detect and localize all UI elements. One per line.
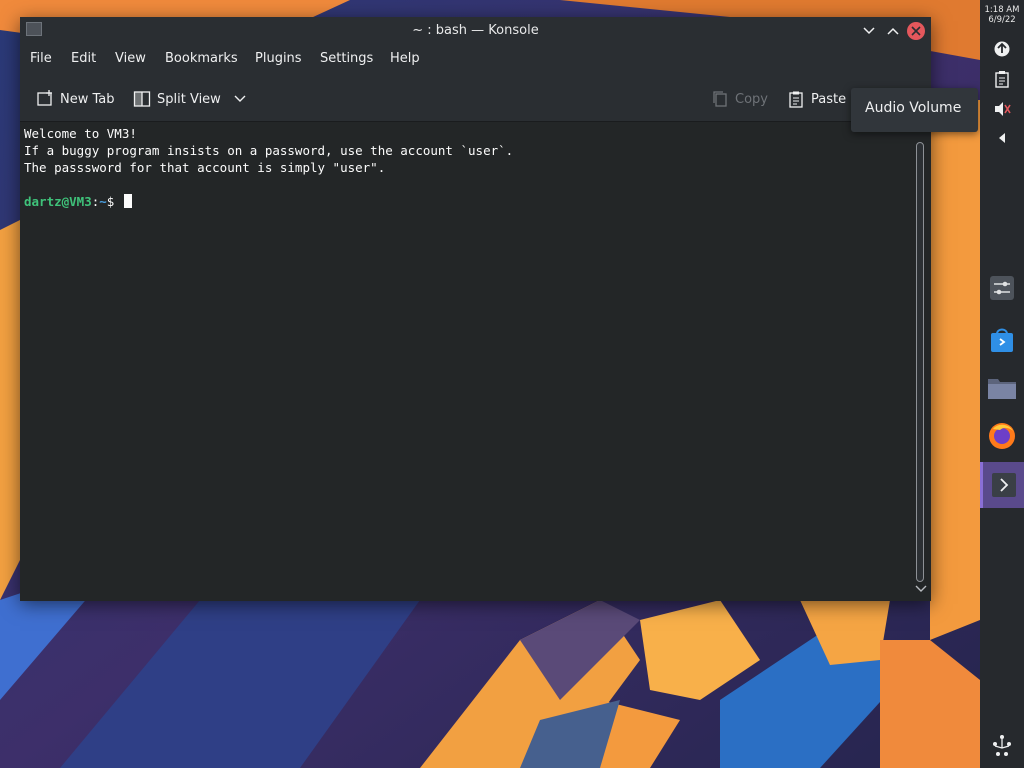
chevron-up-icon <box>887 27 899 35</box>
menu-edit[interactable]: Edit <box>71 51 96 66</box>
updates-icon[interactable] <box>990 37 1014 61</box>
chevron-down-icon <box>915 585 927 592</box>
clipboard-icon[interactable] <box>990 67 1014 91</box>
text-cursor <box>123 194 132 208</box>
new-tab-icon <box>37 90 52 106</box>
terminal-line-2: If a buggy program insists on a password… <box>24 143 514 158</box>
audio-volume-muted-icon[interactable] <box>990 97 1014 121</box>
split-view-icon <box>133 91 151 107</box>
toolbar: New Tab Split View Copy Paste <box>20 85 931 113</box>
terminal-line-3: The passsword for that account is simply… <box>24 160 386 175</box>
copy-button[interactable]: Copy <box>711 87 768 111</box>
menu-bookmarks[interactable]: Bookmarks <box>165 51 238 66</box>
minimize-button[interactable] <box>860 22 878 40</box>
split-view-button[interactable]: Split View <box>133 87 247 111</box>
scrollbar[interactable] <box>916 142 924 582</box>
tooltip-text: Audio Volume <box>865 100 962 116</box>
chevron-down-icon[interactable] <box>233 94 247 104</box>
prompt-user: dartz@VM3 <box>24 194 92 209</box>
paste-label: Paste <box>811 91 847 107</box>
new-tab-button[interactable]: New Tab <box>36 87 115 111</box>
scroll-down-arrow[interactable] <box>915 585 927 596</box>
terminal-area[interactable]: Welcome to VM3! If a buggy program insis… <box>20 121 931 601</box>
discover-store-icon[interactable] <box>984 322 1020 358</box>
new-tab-label: New Tab <box>60 91 115 107</box>
close-icon <box>911 26 921 36</box>
clock[interactable]: 1:18 AM 6/9/22 <box>980 5 1024 25</box>
expand-tray-arrow-icon[interactable] <box>990 126 1014 150</box>
paste-button[interactable]: Paste <box>787 87 846 111</box>
copy-icon <box>713 91 727 107</box>
system-settings-icon[interactable] <box>984 270 1020 306</box>
chevron-down-icon <box>863 27 875 35</box>
konsole-window: ~ : bash — Konsole File Edit View Bookma… <box>20 17 931 601</box>
split-view-label: Split View <box>157 91 221 107</box>
prompt-symbol: $ <box>106 194 115 209</box>
konsole-task-icon[interactable] <box>980 462 1024 508</box>
clock-date: 6/9/22 <box>988 15 1016 25</box>
terminal-line-1: Welcome to VM3! <box>24 126 137 141</box>
close-button[interactable] <box>907 22 925 40</box>
clock-time: 1:18 AM <box>984 5 1020 15</box>
maximize-button[interactable] <box>884 22 902 40</box>
window-title: ~ : bash — Konsole <box>412 23 539 38</box>
prompt-path: ~ <box>99 194 107 209</box>
menu-file[interactable]: File <box>30 51 52 66</box>
terminal-output: Welcome to VM3! If a buggy program insis… <box>24 125 513 210</box>
application-launcher-icon[interactable] <box>990 734 1014 758</box>
menu-settings[interactable]: Settings <box>320 51 373 66</box>
title-bar[interactable]: ~ : bash — Konsole <box>20 17 931 45</box>
paste-icon <box>789 91 803 108</box>
menu-bar: File Edit View Bookmarks Plugins Setting… <box>20 49 931 71</box>
menu-help[interactable]: Help <box>390 51 420 66</box>
menu-plugins[interactable]: Plugins <box>255 51 302 66</box>
right-panel: 1:18 AM 6/9/22 <box>980 0 1024 768</box>
copy-label: Copy <box>735 91 768 107</box>
menu-view[interactable]: View <box>115 51 146 66</box>
firefox-icon[interactable] <box>984 418 1020 454</box>
audio-volume-tooltip: Audio Volume <box>851 88 978 132</box>
file-manager-icon[interactable] <box>984 370 1020 406</box>
